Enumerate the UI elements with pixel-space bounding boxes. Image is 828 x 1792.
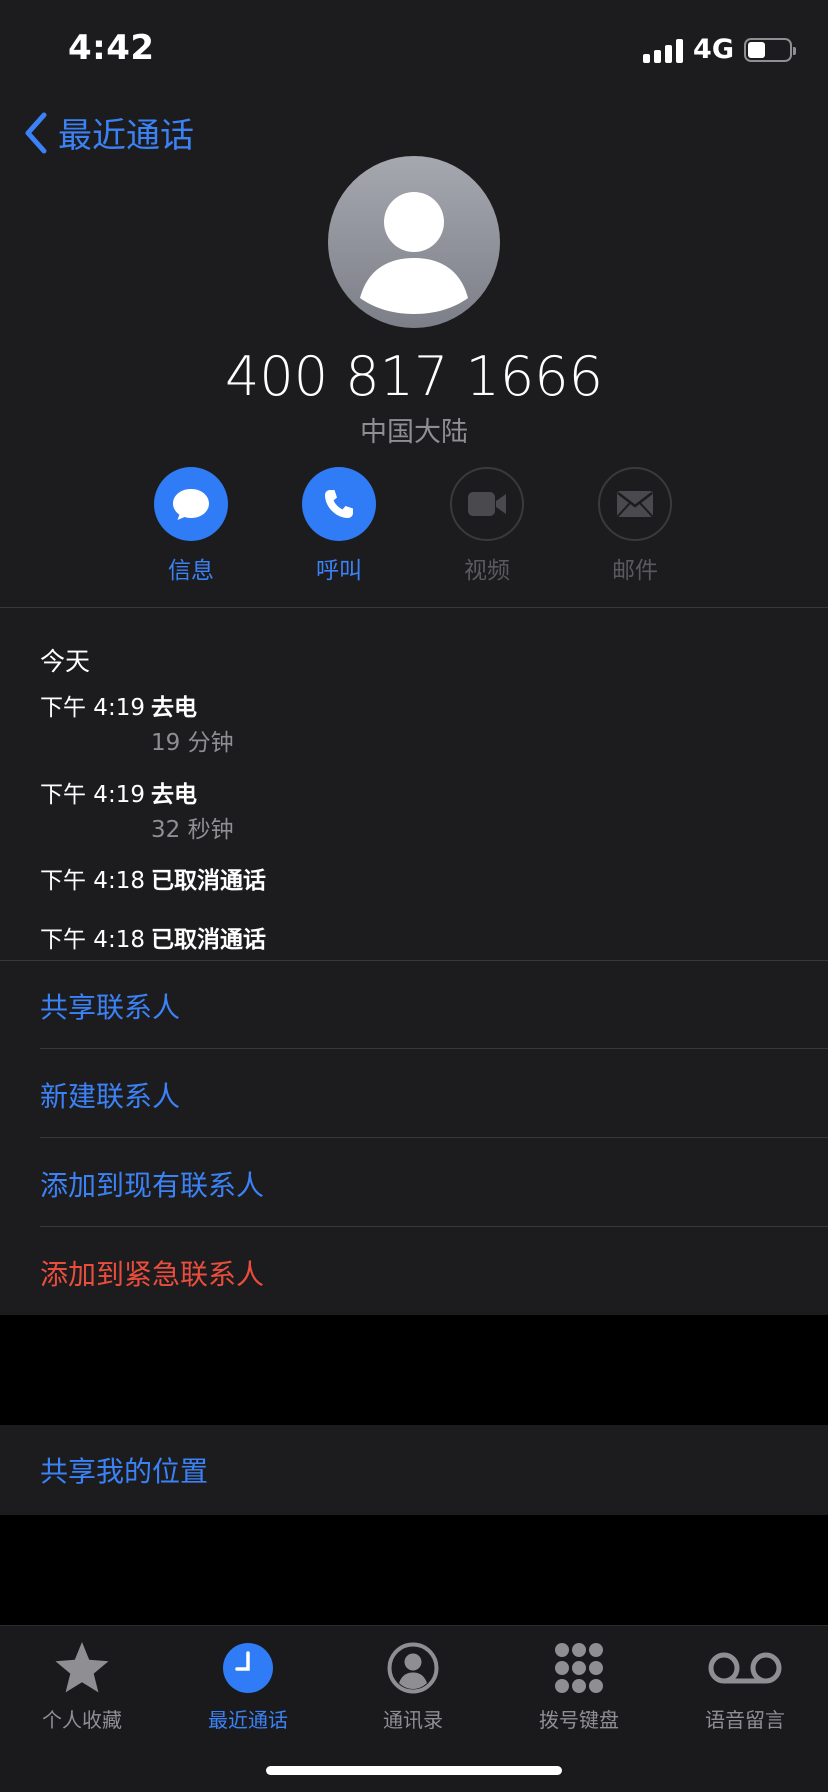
avatar — [328, 156, 500, 328]
tab-recents[interactable]: 最近通话 — [173, 1638, 323, 1733]
divider — [40, 1137, 828, 1138]
mail-icon — [598, 467, 672, 541]
back-label: 最近通话 — [58, 116, 194, 156]
keypad-icon — [504, 1638, 654, 1698]
new-contact-link[interactable]: 新建联系人 — [40, 1075, 180, 1115]
mail-button[interactable]: 邮件 — [575, 467, 695, 585]
message-icon — [154, 467, 228, 541]
tab-contacts[interactable]: 通讯录 — [338, 1638, 488, 1733]
chevron-left-icon — [25, 112, 47, 153]
status-time: 4:42 — [68, 28, 155, 68]
call-label: 呼叫 — [316, 558, 362, 584]
tab-label: 语音留言 — [705, 1708, 785, 1732]
home-indicator — [266, 1766, 562, 1775]
call-duration: 32 秒钟 — [151, 817, 234, 843]
contacts-icon — [338, 1638, 488, 1698]
tab-voicemail[interactable]: 语音留言 — [670, 1638, 820, 1733]
add-existing-contact-link[interactable]: 添加到现有联系人 — [40, 1164, 264, 1204]
clock-icon — [173, 1638, 323, 1698]
call-type: 已取消通话 — [151, 927, 266, 953]
message-button[interactable]: 信息 — [131, 467, 251, 585]
tab-label: 最近通话 — [208, 1708, 288, 1732]
signal-icon — [643, 37, 684, 63]
phone-region: 中国大陆 — [360, 417, 468, 448]
call-detail-screen: 4:42 4G 最近通话 400 817 1666 中国大陆 信息 呼叫 视频 … — [0, 0, 828, 1792]
call-type: 去电 — [151, 695, 197, 721]
message-label: 信息 — [168, 558, 214, 584]
add-emergency-contact-link[interactable]: 添加到紧急联系人 — [40, 1253, 264, 1293]
mail-label: 邮件 — [612, 558, 658, 584]
divider — [0, 960, 828, 961]
call-duration: 19 分钟 — [151, 730, 234, 756]
tab-favorites[interactable]: 个人收藏 — [7, 1638, 157, 1733]
status-indicators: 4G — [643, 34, 796, 65]
share-location-link[interactable]: 共享我的位置 — [40, 1450, 208, 1490]
phone-icon — [302, 467, 376, 541]
share-contact-link[interactable]: 共享联系人 — [40, 986, 180, 1026]
person-silhouette-icon — [360, 192, 468, 314]
call-time: 下午 4:18 — [40, 868, 145, 894]
tab-label: 个人收藏 — [42, 1708, 122, 1732]
tab-keypad[interactable]: 拨号键盘 — [504, 1638, 654, 1733]
voicemail-icon — [670, 1638, 820, 1698]
tab-label: 拨号键盘 — [539, 1708, 619, 1732]
back-button[interactable]: 最近通话 — [24, 108, 194, 157]
video-button[interactable]: 视频 — [427, 467, 547, 585]
divider — [40, 1048, 828, 1049]
contact-card: 4:42 4G 最近通话 400 817 1666 中国大陆 信息 呼叫 视频 … — [0, 0, 828, 1315]
call-time: 下午 4:19 — [40, 782, 145, 808]
call-button[interactable]: 呼叫 — [279, 467, 399, 585]
divider — [0, 607, 828, 608]
phone-number: 400 817 1666 — [225, 345, 603, 408]
video-label: 视频 — [464, 558, 510, 584]
network-type: 4G — [693, 34, 734, 65]
call-type: 已取消通话 — [151, 868, 266, 894]
battery-icon — [744, 37, 796, 62]
call-time: 下午 4:19 — [40, 695, 145, 721]
call-type: 去电 — [151, 782, 197, 808]
tab-label: 通讯录 — [383, 1708, 443, 1732]
video-icon — [450, 467, 524, 541]
call-time: 下午 4:18 — [40, 927, 145, 953]
star-icon — [7, 1638, 157, 1698]
share-location-card: 共享我的位置 — [0, 1425, 828, 1515]
history-day: 今天 — [40, 647, 91, 676]
divider — [40, 1226, 828, 1227]
